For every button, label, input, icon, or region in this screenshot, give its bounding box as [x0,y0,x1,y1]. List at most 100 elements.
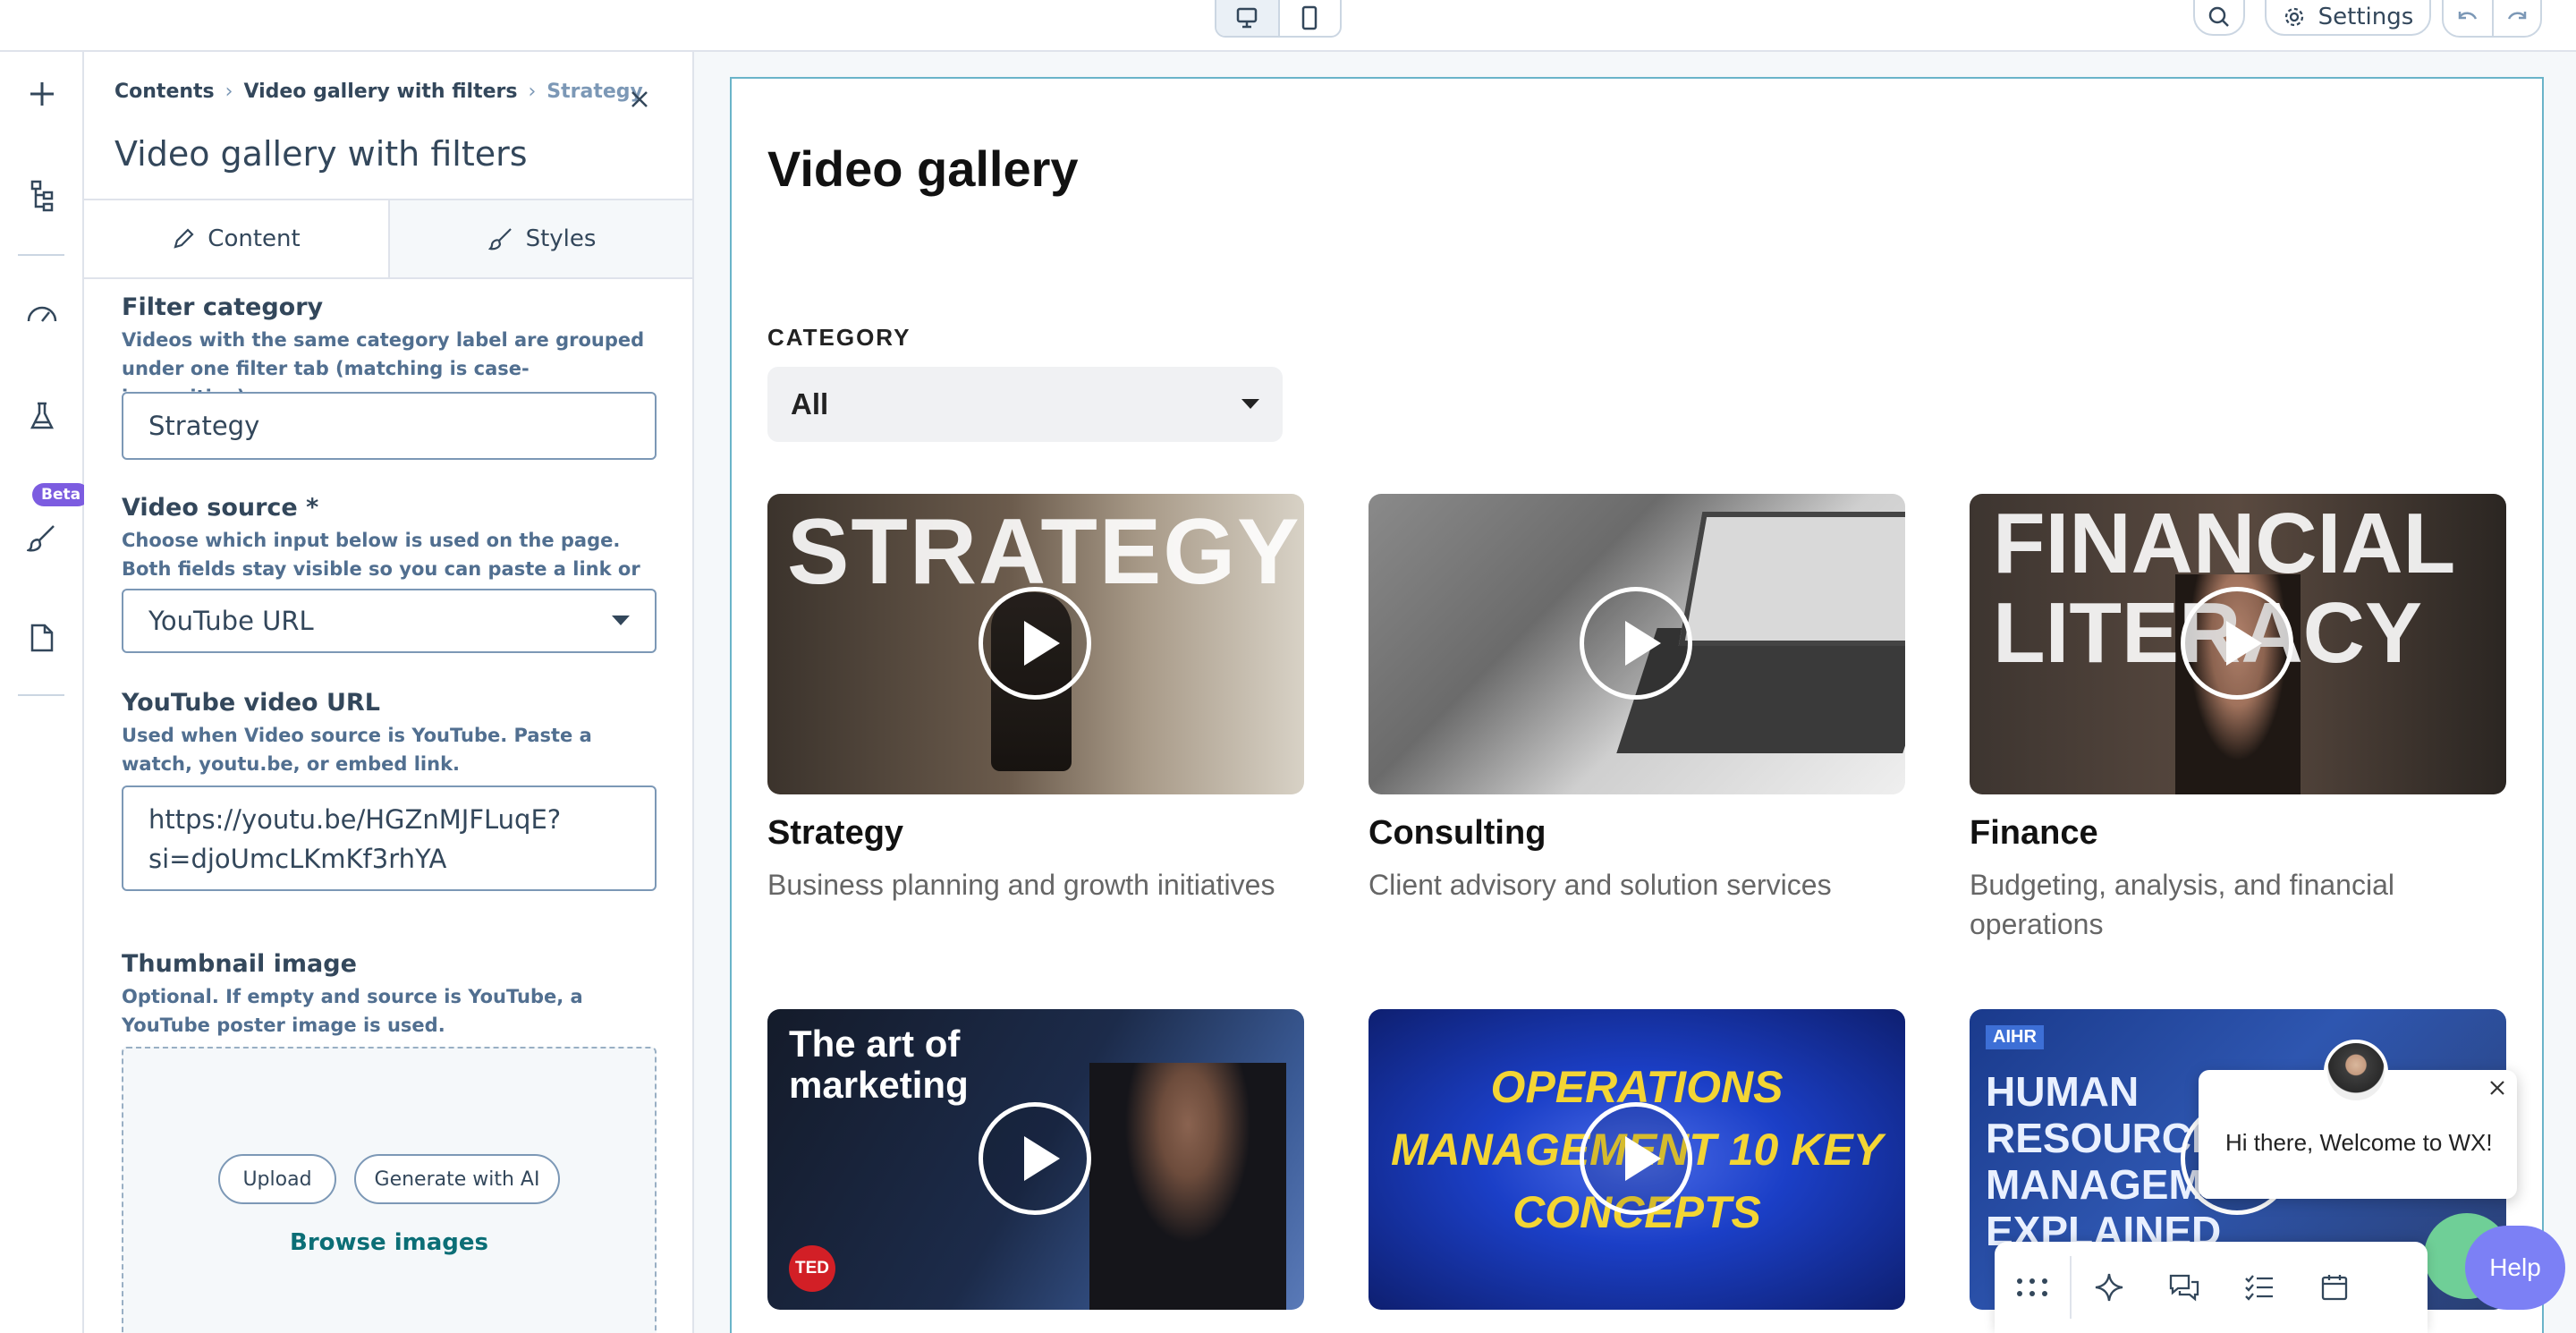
video-thumbnail[interactable] [1368,494,1905,794]
breadcrumb-gallery[interactable]: Video gallery with filters [243,81,517,103]
close-icon [2490,1081,2504,1095]
tab-styles[interactable]: Styles [388,200,692,277]
play-icon[interactable] [1580,587,1692,700]
drag-handle[interactable] [1995,1242,2070,1333]
add-button[interactable] [18,70,66,118]
pages-button[interactable] [18,614,66,662]
mobile-icon [1302,5,1318,30]
design-button[interactable] [18,514,66,562]
video-card[interactable]: OPERATIONS MANAGEMENT 10 KEY CONCEPTS [1368,1009,1905,1310]
youtube-url-label: YouTube video URL [122,689,380,717]
category-select[interactable]: All [767,367,1283,442]
play-icon[interactable] [979,587,1091,700]
optimize-button[interactable] [18,290,66,338]
grip-icon [2017,1278,2047,1296]
tab-content-label: Content [208,225,301,252]
gauge-icon [27,306,57,322]
youtube-url-input[interactable]: https://youtu.be/HGZnMJFLuqE? si=djoUmcL… [122,785,657,891]
category-value: All [791,387,829,420]
rail-divider [18,694,64,696]
card-description: Client advisory and solution services [1368,869,1832,901]
video-card[interactable]: The art of marketing TED [767,1009,1304,1310]
calendar-button[interactable] [2297,1242,2372,1333]
brush-icon [27,525,55,552]
brush-icon [487,228,512,250]
video-source-value: YouTube URL [148,606,314,636]
video-thumbnail[interactable]: The art of marketing TED [767,1009,1304,1310]
upload-button[interactable]: Upload [218,1154,336,1204]
editor-panel: Contents › Video gallery with filters › … [84,52,694,1333]
breadcrumb-separator: › [225,81,233,103]
desktop-icon [1237,7,1258,29]
redo-button[interactable] [2491,0,2540,36]
browse-images-link[interactable]: Browse images [84,1229,692,1256]
app-window: Settings Beta Contents › Video gallery w… [0,0,2576,1333]
video-thumbnail[interactable]: FINANCIAL LITERACY [1970,494,2506,794]
chevron-down-icon [1241,399,1259,409]
filter-category-label: Filter category [122,293,324,321]
gear-icon [2284,7,2303,27]
comments-icon [2169,1274,2199,1302]
video-source-label: Video source * [122,494,319,522]
breadcrumb-contents[interactable]: Contents [114,81,215,103]
tab-content[interactable]: Content [84,200,388,277]
sparkle-icon [2095,1273,2123,1302]
video-card[interactable]: FINANCIAL LITERACY Finance Budgeting, an… [1970,494,2506,944]
undo-icon [2458,12,2478,20]
checklist-icon [2245,1275,2273,1301]
ted-logo: TED [789,1245,835,1292]
filter-category-input[interactable]: Strategy [122,392,657,460]
breadcrumb-current: Strategy [547,81,643,103]
chat-popup[interactable]: Hi there, Welcome to WX! [2199,1040,2517,1199]
settings-button[interactable]: Settings [2265,0,2431,36]
avatar [2324,1040,2388,1104]
checklist-button[interactable] [2222,1242,2297,1333]
bottom-toolbar [1995,1242,2428,1333]
mobile-view-button[interactable] [1277,0,1340,36]
panel-tabs: Content Styles [84,199,692,279]
close-icon [631,91,648,107]
card-description: Business planning and growth initiatives [767,869,1275,901]
pencil-icon [174,228,194,249]
help-button[interactable]: Help [2465,1226,2565,1310]
left-rail: Beta [0,52,90,1333]
thumbnail-overlay-text: The art of marketing [789,1023,969,1106]
video-source-select[interactable]: YouTube URL [122,589,657,653]
close-panel-button[interactable] [630,89,649,113]
layers-button[interactable] [18,172,66,220]
top-toolbar: Settings [0,0,2576,52]
play-icon[interactable] [1580,1102,1692,1215]
aihr-logo: AIHR [1986,1025,2044,1049]
undo-button[interactable] [2444,0,2492,36]
test-button[interactable] [18,392,66,440]
thumbnail-help: Optional. If empty and source is YouTube… [122,986,583,1036]
search-icon [2208,6,2229,27]
chat-message: Hi there, Welcome to WX! [2225,1129,2493,1156]
history-controls [2442,0,2542,38]
ai-assistant-button[interactable] [2072,1242,2147,1333]
rail-divider [18,254,64,256]
beta-badge: Beta [32,483,90,506]
tab-styles-label: Styles [525,225,597,252]
device-toggle [1215,0,1342,38]
calendar-icon [2321,1275,2348,1301]
video-card[interactable]: STRATEGY Strategy Business planning and … [767,494,1304,904]
play-icon[interactable] [2181,587,2293,700]
desktop-view-button[interactable] [1216,0,1278,36]
generate-ai-button[interactable]: Generate with AI [354,1154,560,1204]
youtube-url-help: Used when Video source is YouTube. Paste… [122,725,592,775]
chat-close-button[interactable] [2488,1079,2506,1100]
settings-label: Settings [2318,4,2414,30]
breadcrumb-separator: › [528,81,537,103]
card-title: Finance [1970,814,2098,852]
card-description: Budgeting, analysis, and financial opera… [1970,869,2394,940]
video-thumbnail[interactable]: STRATEGY [767,494,1304,794]
search-button[interactable] [2193,0,2245,36]
video-thumbnail[interactable]: OPERATIONS MANAGEMENT 10 KEY CONCEPTS [1368,1009,1905,1310]
play-icon[interactable] [979,1102,1091,1215]
plus-icon [30,82,54,106]
card-title: Consulting [1368,814,1546,852]
comments-button[interactable] [2147,1242,2222,1333]
thumbnail-label: Thumbnail image [122,950,357,978]
video-card[interactable]: Consulting Client advisory and solution … [1368,494,1905,904]
